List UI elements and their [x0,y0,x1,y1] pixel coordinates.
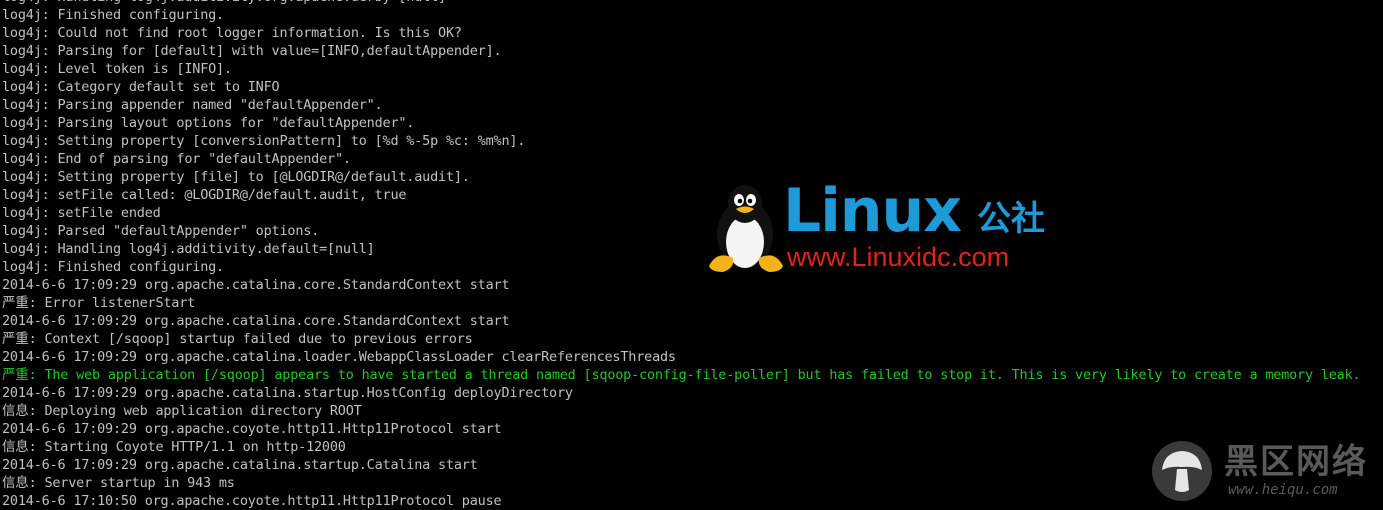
linux-brand-cn-text: 公社 [977,199,1045,239]
terminal-line: log4j: setFile called: @LOGDIR@/default.… [2,187,407,203]
terminal-line: 2014-6-6 17:09:29 org.apache.catalina.co… [2,277,510,293]
terminal-line: log4j: Parsing for [default] with value=… [2,43,502,59]
terminal-line: 信息: Deploying web application directory … [2,403,362,419]
terminal-line: log4j: Parsing appender named "defaultAp… [2,97,383,113]
terminal-line: 2014-6-6 17:09:29 org.apache.coyote.http… [2,421,502,437]
heiqu-watermark: 黑区网络 www.heiqu.com [1148,440,1383,506]
terminal-output: log4j: Handling log4j.additivity.org.apa… [0,0,1383,510]
terminal-line: 严重: The web application [/sqoop] appears… [2,367,1361,383]
terminal-line: log4j: End of parsing for "defaultAppend… [2,151,351,167]
terminal-line: log4j: Setting property [conversionPatte… [2,133,526,149]
terminal-line: log4j: Could not find root logger inform… [2,25,462,41]
linux-brand-text: Linux [783,176,962,246]
mushroom-icon [1152,441,1212,501]
terminal-line: log4j: Setting property [file] to [@LOGD… [2,169,470,185]
terminal-line: 严重: Error listenerStart [2,295,196,311]
terminal-line: log4j: Finished configuring. [2,7,224,23]
terminal-line: log4j: Level token is [INFO]. [2,61,232,77]
linux-watermark: Linux 公社 www.Linuxidc.com [705,176,1065,277]
heiqu-cn-text: 黑区网络 [1224,442,1368,482]
tux-penguin-icon [709,185,783,272]
heiqu-site-text: www.heiqu.com [1228,482,1338,498]
terminal-line: log4j: Handling log4j.additivity.default… [2,241,375,257]
terminal-line: log4j: Parsed "defaultAppender" options. [2,223,320,239]
terminal-line: log4j: Category default set to INFO [2,79,280,95]
terminal-line: 2014-6-6 17:09:29 org.apache.catalina.st… [2,385,573,401]
terminal-line: 2014-6-6 17:09:29 org.apache.catalina.co… [2,313,510,329]
terminal-line: log4j: Parsing layout options for "defau… [2,115,415,131]
terminal-line: 2014-6-6 17:09:29 org.apache.catalina.lo… [2,349,676,365]
terminal-line: log4j: setFile ended [2,205,161,221]
linux-url-text: www.Linuxidc.com [787,242,1010,272]
terminal-line: 严重: Context [/sqoop] startup failed due … [2,331,473,347]
terminal-line: log4j: Finished configuring. [2,259,224,275]
